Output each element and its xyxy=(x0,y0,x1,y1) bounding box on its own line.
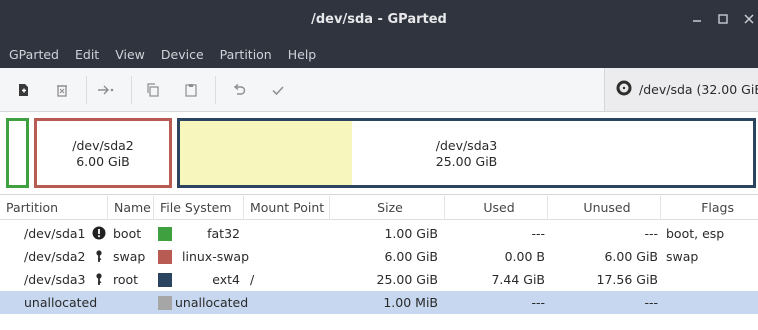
new-partition-icon[interactable] xyxy=(13,80,33,100)
toolbar-separator xyxy=(215,76,216,104)
window-title: /dev/sda - GParted xyxy=(311,12,447,27)
fs-color-swatch xyxy=(158,296,172,310)
filesystem-cell: ext4 xyxy=(212,272,240,287)
diskmap-sda2[interactable]: /dev/sda2 6.00 GiB xyxy=(34,118,172,188)
unused-cell: --- xyxy=(644,295,658,310)
used-cell: 0.00 B xyxy=(504,249,545,264)
col-name[interactable]: Name xyxy=(108,196,154,220)
col-filesystem[interactable]: File System xyxy=(154,196,244,220)
used-cell: --- xyxy=(531,226,545,241)
col-flags[interactable]: Flags xyxy=(661,196,758,220)
used-cell: --- xyxy=(531,295,545,310)
unused-cell: 17.56 GiB xyxy=(596,272,659,287)
window-controls xyxy=(688,10,758,28)
partition-cell: /dev/sda2 xyxy=(24,249,86,264)
harddisk-icon xyxy=(615,79,633,100)
filesystem-cell: fat32 xyxy=(207,226,240,241)
name-cell: boot xyxy=(113,226,142,241)
partition-cell: unallocated xyxy=(24,295,98,310)
menu-partition[interactable]: Partition xyxy=(220,47,272,62)
menu-view[interactable]: View xyxy=(115,47,145,62)
undo-icon[interactable] xyxy=(229,80,249,100)
col-mountpoint[interactable]: Mount Point xyxy=(244,196,330,220)
mountpoint-cell: / xyxy=(250,272,255,287)
table-row[interactable]: /dev/sda2 swap linux-swap 6.00 GiB 0.00 … xyxy=(0,245,758,268)
diskmap-sda2-path: /dev/sda2 xyxy=(72,138,134,153)
menu-gparted[interactable]: GParted xyxy=(9,47,59,62)
close-button[interactable] xyxy=(740,10,758,28)
menu-help[interactable]: Help xyxy=(288,47,317,62)
name-cell: root xyxy=(113,272,139,287)
filesystem-cell: unallocated xyxy=(175,295,249,310)
col-partition[interactable]: Partition xyxy=(0,196,108,220)
col-unused[interactable]: Unused xyxy=(548,196,661,220)
device-label: /dev/sda (32.00 GiB) xyxy=(639,82,758,97)
menu-bar: GParted Edit View Device Partition Help xyxy=(0,40,332,68)
table-row[interactable]: /dev/sda3 root ext4 / 25.00 GiB 7.44 GiB… xyxy=(0,268,758,291)
toolbar-separator xyxy=(131,76,132,104)
col-used[interactable]: Used xyxy=(445,196,548,220)
size-cell: 6.00 GiB xyxy=(384,249,438,264)
warning-icon xyxy=(92,226,106,240)
key-icon xyxy=(92,249,106,263)
title-bar: /dev/sda - GParted xyxy=(0,0,758,40)
size-cell: 1.00 GiB xyxy=(384,226,438,241)
disk-map: /dev/sda2 6.00 GiB /dev/sda3 25.00 GiB xyxy=(0,112,758,195)
table-row-selected[interactable]: unallocated unallocated 1.00 MiB --- --- xyxy=(0,291,758,314)
flags-cell: boot, esp xyxy=(666,226,725,241)
menu-device[interactable]: Device xyxy=(161,47,204,62)
maximize-button[interactable] xyxy=(714,10,732,28)
copy-icon[interactable] xyxy=(143,80,163,100)
size-cell: 25.00 GiB xyxy=(376,272,439,287)
resize-move-icon[interactable] xyxy=(96,80,116,100)
toolbar-separator xyxy=(86,76,87,104)
partition-cell: /dev/sda3 xyxy=(24,272,86,287)
fs-color-swatch xyxy=(158,227,172,241)
table-header: Partition Name File System Mount Point S… xyxy=(0,196,758,220)
diskmap-sda3-path: /dev/sda3 xyxy=(435,138,498,153)
key-icon xyxy=(92,272,106,286)
menu-edit[interactable]: Edit xyxy=(75,47,99,62)
col-size[interactable]: Size xyxy=(330,196,445,220)
diskmap-sda3-size: 25.00 GiB xyxy=(435,154,498,169)
name-cell: swap xyxy=(113,249,146,264)
flags-cell: swap xyxy=(666,249,699,264)
window-header: /dev/sda - GParted GParted Edit View Dev… xyxy=(0,0,758,68)
device-selector[interactable]: /dev/sda (32.00 GiB) xyxy=(604,68,758,111)
fs-color-swatch xyxy=(158,250,172,264)
minimize-button[interactable] xyxy=(688,10,706,28)
delete-icon[interactable] xyxy=(52,80,72,100)
diskmap-sda2-size: 6.00 GiB xyxy=(76,154,130,169)
fs-color-swatch xyxy=(158,273,172,287)
used-cell: 7.44 GiB xyxy=(491,272,545,287)
apply-icon[interactable] xyxy=(268,80,288,100)
diskmap-sda3[interactable]: /dev/sda3 25.00 GiB xyxy=(177,118,756,188)
unused-cell: --- xyxy=(644,226,658,241)
unused-cell: 6.00 GiB xyxy=(604,249,658,264)
filesystem-cell: linux-swap xyxy=(182,249,250,264)
paste-icon[interactable] xyxy=(181,80,201,100)
diskmap-sda1[interactable] xyxy=(6,118,29,188)
size-cell: 1.00 MiB xyxy=(383,295,438,310)
partition-cell: /dev/sda1 xyxy=(24,226,86,241)
table-row[interactable]: /dev/sda1 boot fat32 1.00 GiB --- --- bo… xyxy=(0,222,758,245)
